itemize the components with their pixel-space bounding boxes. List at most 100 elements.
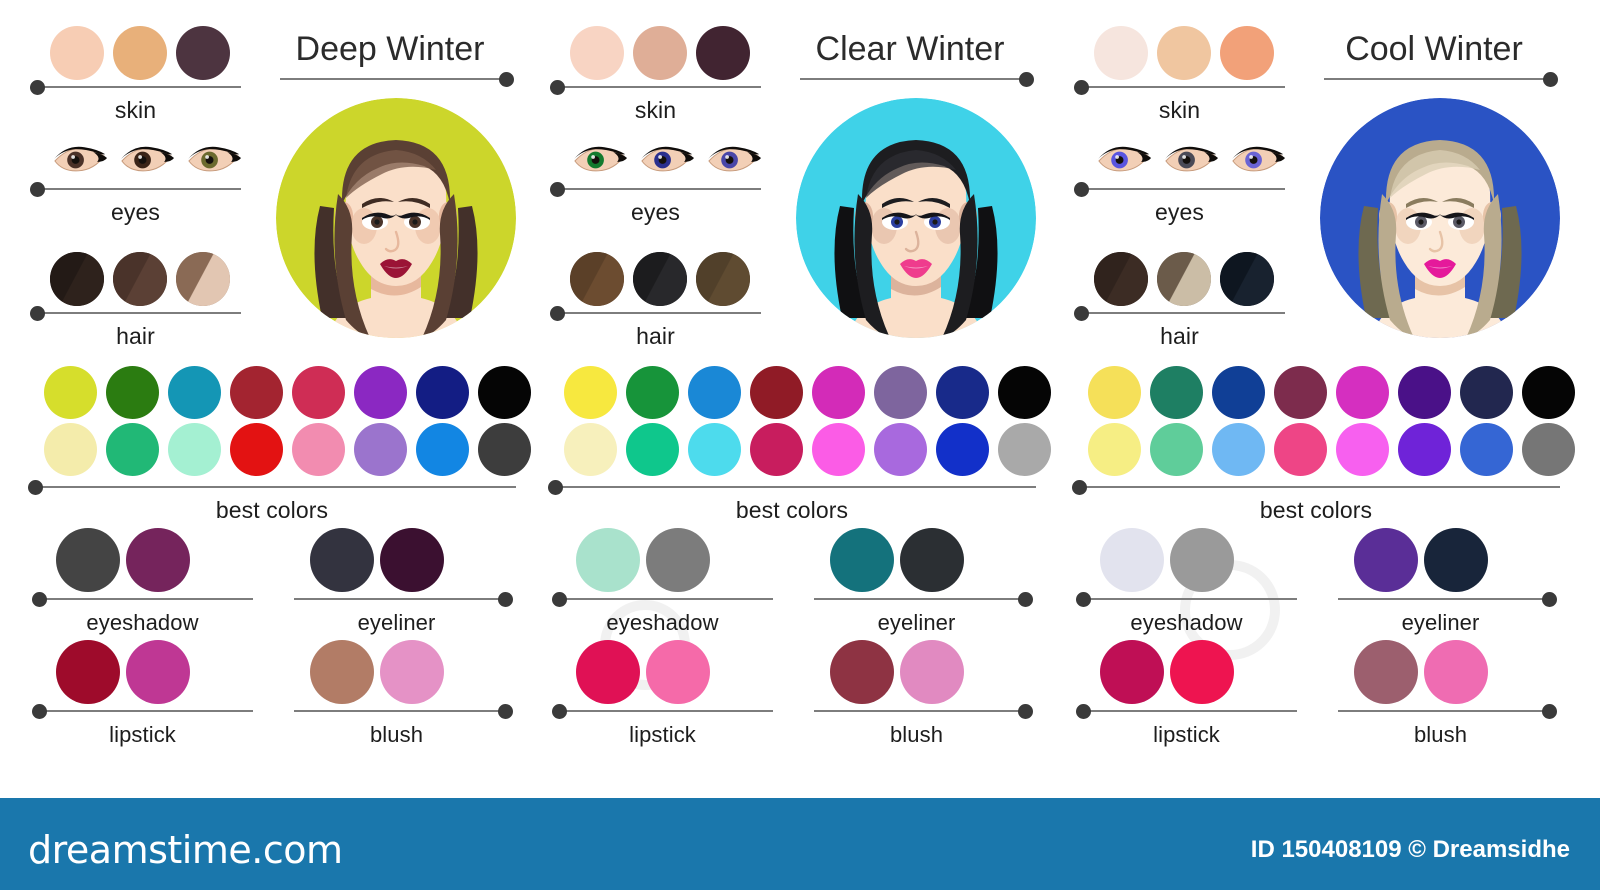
- divider-line: [1324, 78, 1552, 80]
- eye-icon-1: [1164, 146, 1219, 172]
- best-colors-row-2: [546, 423, 1051, 476]
- best-color-a-2: [168, 366, 221, 419]
- best-color-a-4: [292, 366, 345, 419]
- best-color-a-2: [1212, 366, 1265, 419]
- eye-icon-2: [187, 146, 242, 172]
- blush-swatches: [1328, 638, 1553, 704]
- best-color-a-6: [1460, 366, 1513, 419]
- divider-endpoint-dot: [30, 182, 45, 197]
- eyes-label: eyes: [1155, 199, 1204, 225]
- best-color-b-4: [1336, 423, 1389, 476]
- divider-endpoint-dot: [1074, 182, 1089, 197]
- blush-block: blush: [804, 638, 1033, 748]
- divider-endpoint-dot: [1543, 72, 1558, 87]
- divider-endpoint-dot: [1072, 480, 1087, 495]
- divider-line: [800, 78, 1028, 80]
- title-rule: [790, 72, 1034, 87]
- eye-icon-2: [707, 146, 762, 172]
- hair-swatches: [1072, 250, 1287, 306]
- best-color-a-3: [750, 366, 803, 419]
- eye-icons: [28, 138, 243, 182]
- best-color-a-5: [1398, 366, 1451, 419]
- divider-endpoint-dot: [550, 306, 565, 321]
- hair-label: hair: [636, 323, 675, 349]
- best-color-b-3: [1274, 423, 1327, 476]
- blush-swatches: [284, 638, 509, 704]
- skin-swatch-2: [176, 26, 230, 80]
- eyes-label: eyes: [111, 199, 160, 225]
- eyeshadow-label: eyeshadow: [1130, 610, 1243, 635]
- best-colors-rule: [26, 480, 518, 495]
- blush-swatch-1: [380, 640, 444, 704]
- best-colors-row-1: [1070, 366, 1575, 419]
- best-color-a-5: [354, 366, 407, 419]
- best-color-a-5: [874, 366, 927, 419]
- best-colors-block: best colors: [26, 366, 531, 524]
- best-color-b-2: [168, 423, 221, 476]
- lipstick-swatch-0: [576, 640, 640, 704]
- skin-rule: [1072, 80, 1287, 95]
- divider-line: [38, 312, 241, 314]
- best-color-b-7: [998, 423, 1051, 476]
- eyeliner-rule: [1328, 592, 1557, 607]
- best-colors-row-2: [26, 423, 531, 476]
- best-color-b-2: [1212, 423, 1265, 476]
- divider-line: [1338, 598, 1551, 600]
- hair-swatches: [28, 250, 243, 306]
- lipstick-swatch-0: [1100, 640, 1164, 704]
- eyeliner-swatch-0: [830, 528, 894, 592]
- best-color-a-7: [1522, 366, 1575, 419]
- hair-rule: [1072, 306, 1287, 321]
- blush-swatch-0: [310, 640, 374, 704]
- eyeliner-swatch-0: [310, 528, 374, 592]
- hair-swatch-2: [176, 252, 230, 306]
- eyeliner-label: eyeliner: [877, 610, 956, 635]
- panel-title-group: Cool Winter: [1314, 26, 1558, 87]
- panel-title-group: Clear Winter: [790, 26, 1034, 87]
- season-panel-1: Clear Winter skin eyes hair best colors eyesh…: [528, 0, 1051, 775]
- divider-line: [36, 486, 516, 488]
- best-colors-block: best colors: [1070, 366, 1575, 524]
- panel-title: Deep Winter: [295, 30, 485, 68]
- lipstick-swatch-1: [646, 640, 710, 704]
- season-panel-2: Cool Winter skin eyes hair best colors eyesha…: [1052, 0, 1575, 775]
- hair-highlight: [696, 252, 750, 306]
- divider-line: [294, 710, 507, 712]
- skin-block: skin: [28, 24, 243, 124]
- best-color-a-3: [1274, 366, 1327, 419]
- eyeshadow-swatches: [30, 526, 255, 592]
- eyes-block: eyes: [1072, 138, 1287, 226]
- best-colors-rule: [1070, 480, 1562, 495]
- best-colors-label: best colors: [1259, 497, 1373, 523]
- best-colors-row-1: [26, 366, 531, 419]
- best-color-b-0: [1088, 423, 1141, 476]
- hair-swatch-2: [1220, 252, 1274, 306]
- eyeshadow-swatch-0: [576, 528, 640, 592]
- best-color-a-1: [1150, 366, 1203, 419]
- portrait-illustration-1: [796, 98, 1036, 338]
- lipstick-label: lipstick: [109, 722, 176, 747]
- best-colors-rule: [546, 480, 1038, 495]
- hair-block: hair: [28, 250, 243, 350]
- divider-line: [556, 486, 1036, 488]
- skin-label: skin: [114, 97, 157, 123]
- lipstick-swatches: [550, 638, 775, 704]
- best-color-b-3: [750, 423, 803, 476]
- divider-line: [558, 312, 761, 314]
- eyeliner-label: eyeliner: [1401, 610, 1480, 635]
- eyeshadow-swatch-0: [1100, 528, 1164, 592]
- lipstick-label: lipstick: [629, 722, 696, 747]
- best-color-a-0: [44, 366, 97, 419]
- portrait-illustration-2: [1320, 98, 1560, 338]
- divider-endpoint-dot: [1542, 592, 1557, 607]
- hair-swatch-1: [633, 252, 687, 306]
- lipstick-rule: [1074, 704, 1299, 719]
- portrait-2: [1320, 98, 1560, 338]
- divider-line: [1084, 710, 1297, 712]
- eyeliner-swatch-1: [1424, 528, 1488, 592]
- divider-endpoint-dot: [32, 592, 47, 607]
- season-panel-0: Deep Winter skin eyes hair best colors eyesha…: [8, 0, 531, 775]
- blush-rule: [804, 704, 1033, 719]
- best-color-b-5: [1398, 423, 1451, 476]
- eyeshadow-block: eyeshadow: [30, 526, 255, 636]
